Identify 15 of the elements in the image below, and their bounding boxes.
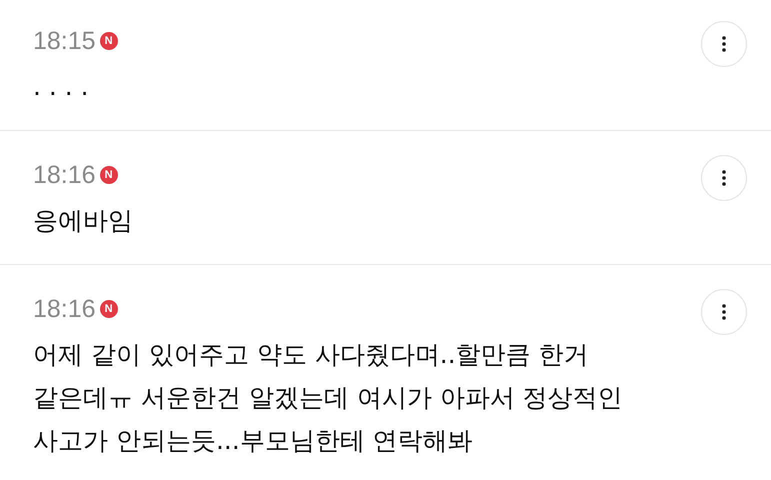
comment-text: . . . . — [33, 71, 90, 103]
new-badge: N — [100, 166, 118, 184]
new-badge: N — [100, 32, 118, 50]
comment-time: 18:15 — [33, 27, 96, 55]
more-options-button[interactable] — [701, 289, 747, 335]
new-badge: N — [100, 300, 118, 318]
comment-text: 응에바임 — [33, 205, 133, 237]
comment-time: 18:16 — [33, 161, 96, 189]
comment-text: 어제 같이 있어주고 약도 사다줬다며..할만큼 한거 같은데ㅠ 서운한건 알겠는데 여시가 아파서 정상적인 사고가 안되는듯...부모님한테 연락해봐 — [33, 339, 623, 457]
more-icon — [722, 304, 726, 320]
more-icon — [722, 36, 726, 52]
more-options-button[interactable] — [701, 155, 747, 201]
more-options-button[interactable] — [701, 21, 747, 67]
more-icon — [722, 170, 726, 186]
comment-time: 18:16 — [33, 295, 96, 323]
